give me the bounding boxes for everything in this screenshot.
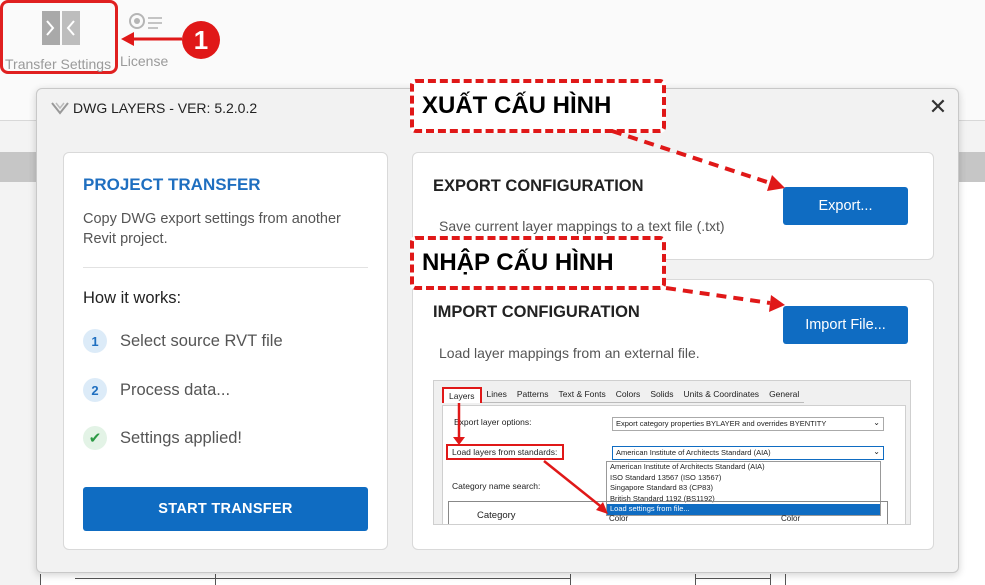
- callout-badge-1: 1: [182, 21, 220, 59]
- project-transfer-description: Copy DWG export settings from another Re…: [83, 211, 341, 247]
- step-text: Process data...: [120, 380, 231, 399]
- step-badge: 1: [83, 329, 107, 353]
- license-button[interactable]: License: [118, 0, 178, 74]
- transfer-icon: [42, 11, 80, 45]
- dwg-layers-dialog: DWG LAYERS - VER: 5.2.0.2 ✕ PROJECT TRAN…: [36, 88, 959, 573]
- export-description: Save current layer mappings to a text fi…: [439, 218, 725, 234]
- start-transfer-button[interactable]: START TRANSFER: [83, 487, 368, 531]
- step-2: 2 Process data...: [83, 377, 230, 403]
- how-it-works-heading: How it works:: [83, 289, 182, 307]
- transfer-settings-label: Transfer Settings: [5, 56, 112, 72]
- dialog-title: DWG LAYERS - VER: 5.2.0.2: [73, 100, 258, 116]
- annotation-import: NHẬP CẤU HÌNH: [410, 236, 666, 290]
- project-transfer-title: PROJECT TRANSFER: [83, 175, 261, 194]
- step-text: Select source RVT file: [120, 331, 283, 350]
- import-title: IMPORT CONFIGURATION: [433, 303, 640, 321]
- close-icon[interactable]: ✕: [926, 96, 950, 120]
- export-title: EXPORT CONFIGURATION: [433, 177, 644, 195]
- import-description: Load layer mappings from an external fil…: [439, 345, 700, 361]
- import-file-button[interactable]: Import File...: [783, 306, 908, 344]
- step-text: Settings applied!: [120, 428, 243, 447]
- project-transfer-panel: PROJECT TRANSFER Copy DWG export setting…: [63, 152, 388, 550]
- app-logo-icon: [51, 102, 69, 115]
- step-badge: 2: [83, 378, 107, 402]
- document-sheet-strip: [40, 572, 985, 585]
- license-label: License: [120, 53, 169, 69]
- export-button[interactable]: Export...: [783, 187, 908, 225]
- import-configuration-panel: IMPORT CONFIGURATION Load layer mappings…: [412, 279, 934, 550]
- step-3: ✔ Settings applied!: [83, 425, 242, 451]
- transfer-settings-button[interactable]: Transfer Settings: [0, 0, 118, 74]
- annotation-export: XUẤT CẤU HÌNH: [410, 79, 666, 133]
- check-icon: ✔: [83, 426, 107, 450]
- export-settings-screenshot: Layers Lines Patterns Text & Fonts Color…: [433, 380, 911, 525]
- license-icon: [129, 13, 162, 29]
- step-1: 1 Select source RVT file: [83, 328, 283, 354]
- screenshot-arrows: [453, 403, 608, 514]
- divider: [83, 267, 368, 268]
